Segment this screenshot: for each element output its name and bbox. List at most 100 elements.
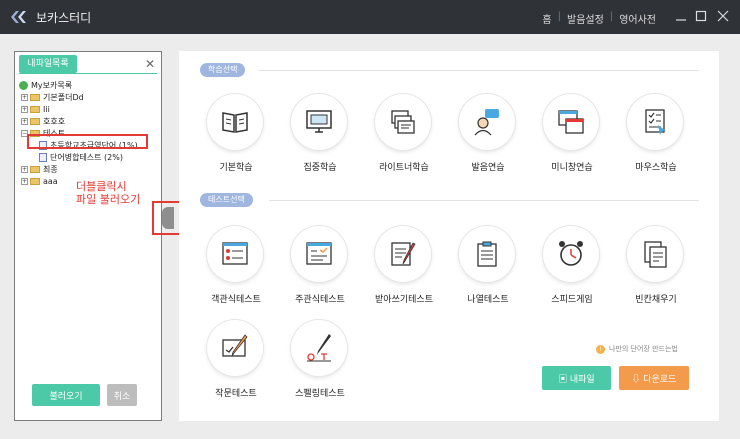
cancel-button[interactable]: 취소: [107, 384, 137, 406]
item-circle: [207, 94, 263, 150]
item-circle: [207, 226, 263, 282]
title-bar: 보카스터디 홈 | 발음설정 | 영어사전: [0, 0, 740, 34]
tree-item-folder[interactable]: + 호호호: [21, 116, 65, 127]
test-item-fill-blank[interactable]: 빈칸채우기: [621, 226, 691, 326]
item-circle: [291, 226, 347, 282]
study-item-basic[interactable]: 기본학습: [201, 94, 271, 194]
minimize-icon[interactable]: [674, 9, 688, 23]
study-item-mini-window[interactable]: 미니창연습: [537, 94, 607, 194]
mini-window-icon: [558, 110, 584, 134]
clipboard-list-icon: [477, 241, 497, 267]
globe-icon: [19, 81, 28, 90]
item-circle: [207, 320, 263, 376]
speaker-person-icon: [474, 109, 499, 136]
tree-item-label: aaa: [43, 177, 58, 186]
nav-pron-settings-link[interactable]: 발음설정: [567, 11, 604, 26]
folder-icon: [30, 94, 40, 101]
panel-divider: [19, 73, 157, 74]
test-item-composition[interactable]: 작문테스트: [201, 320, 271, 420]
my-file-button[interactable]: ▣ 내파일: [542, 366, 611, 390]
cards-icon: [391, 110, 415, 134]
item-circle: [375, 94, 431, 150]
nav-divider: |: [557, 11, 561, 22]
folder-icon: ▣: [558, 373, 570, 384]
tree-item-label: My보카목록: [31, 81, 73, 90]
test-item-written[interactable]: 주관식테스트: [285, 226, 355, 326]
expand-icon[interactable]: +: [21, 118, 28, 125]
expand-icon[interactable]: +: [21, 94, 28, 101]
folder-icon: [30, 118, 40, 125]
item-label: 마우스학습: [635, 163, 677, 173]
item-label: 스피드게임: [551, 295, 593, 305]
item-label: 미니창연습: [551, 163, 593, 173]
nav-dictionary-link[interactable]: 영어사전: [619, 11, 656, 26]
study-item-pronunciation[interactable]: 발음연습: [453, 94, 523, 194]
tree-item-root[interactable]: My보카목록: [19, 80, 72, 91]
panel-close-icon[interactable]: ✕: [145, 57, 155, 71]
nav-divider: |: [609, 11, 614, 22]
section-label-study: 학습선택: [200, 63, 246, 77]
item-label: 기본학습: [219, 163, 253, 173]
tree-item-label: Iii: [43, 105, 50, 114]
tree-item-folder[interactable]: + 최종: [21, 164, 58, 175]
expand-icon[interactable]: +: [21, 178, 28, 185]
app-logo-icon: [11, 11, 26, 23]
item-circle: [627, 226, 683, 282]
top-nav: 홈 | 발음설정 | 영어사전: [542, 11, 656, 26]
annotation-text: 더블클릭시 파일 불러오기: [76, 180, 140, 206]
expand-icon[interactable]: +: [21, 106, 28, 113]
expand-icon[interactable]: +: [21, 166, 28, 173]
nav-home-link[interactable]: 홈: [542, 11, 551, 26]
file-list-panel: 내파일목록 ✕ My보카목록 + 기본폴더Dd + Iii + 호호호 − 테스…: [14, 51, 162, 421]
test-item-spelling[interactable]: 스펠링테스트: [285, 320, 355, 420]
section-divider: [269, 200, 699, 201]
item-label: 나열테스트: [467, 295, 509, 305]
hint-link[interactable]: ! 나만의 단어장 만드는법: [596, 344, 678, 354]
folder-icon: [30, 106, 40, 113]
blank-docs-icon: [644, 241, 667, 268]
download-label: 다운로드: [643, 373, 677, 384]
annotation-highlight-box: [27, 134, 148, 149]
test-item-multiple-choice[interactable]: 객관식테스트: [201, 226, 271, 326]
item-label: 작문테스트: [215, 389, 257, 399]
download-icon: ⇩: [631, 373, 644, 384]
study-item-mouse[interactable]: 마우스학습: [621, 94, 691, 194]
tree-item-folder[interactable]: + aaa: [21, 176, 58, 187]
test-item-dictation[interactable]: 받아쓰기테스트: [369, 226, 439, 326]
study-item-focus[interactable]: 집중학습: [285, 94, 355, 194]
download-button[interactable]: ⇩ 다운로드: [619, 366, 689, 390]
section-divider: [259, 70, 699, 71]
my-file-label: 내파일: [569, 373, 595, 384]
pencil-check-icon: [222, 334, 248, 357]
tree-item-label: 최종: [43, 165, 58, 174]
close-window-icon[interactable]: [716, 9, 730, 23]
item-circle: [459, 94, 515, 150]
hint-text: 나만의 단어장 만드는법: [609, 345, 678, 353]
item-circle: [627, 94, 683, 150]
monitor-book-icon: [306, 110, 332, 133]
alarm-clock-icon: [559, 241, 583, 266]
folder-icon: [30, 166, 40, 173]
item-circle: [543, 94, 599, 150]
maximize-icon[interactable]: [694, 9, 708, 23]
book-icon: [222, 112, 248, 133]
annotation-line-2: 파일 불러오기: [76, 193, 141, 206]
spelling-pen-icon: [307, 334, 331, 362]
tip-icon: !: [596, 344, 605, 354]
tree-item-label: 단어병합테스트 (2%): [50, 153, 123, 162]
item-label: 빈칸채우기: [635, 295, 677, 305]
tree-item-file[interactable]: 단어병합테스트 (2%): [39, 152, 123, 163]
load-button[interactable]: 불러오기: [32, 384, 100, 406]
test-item-list[interactable]: 나열테스트: [453, 226, 523, 326]
tree-item-label: 호호호: [43, 117, 66, 126]
folder-icon: [30, 178, 40, 185]
study-item-leitner[interactable]: 라이트너학습: [369, 94, 439, 194]
tab-my-files[interactable]: 내파일목록: [19, 55, 77, 73]
item-label: 스펠링테스트: [295, 389, 345, 399]
tree-item-folder[interactable]: + Iii: [21, 104, 50, 115]
item-circle: [459, 226, 515, 282]
tree-item-folder[interactable]: + 기본폴더Dd: [21, 92, 84, 103]
app-title: 보카스터디: [36, 11, 92, 25]
item-label: 객관식테스트: [211, 295, 261, 305]
test-item-speed-game[interactable]: 스피드게임: [537, 226, 607, 326]
